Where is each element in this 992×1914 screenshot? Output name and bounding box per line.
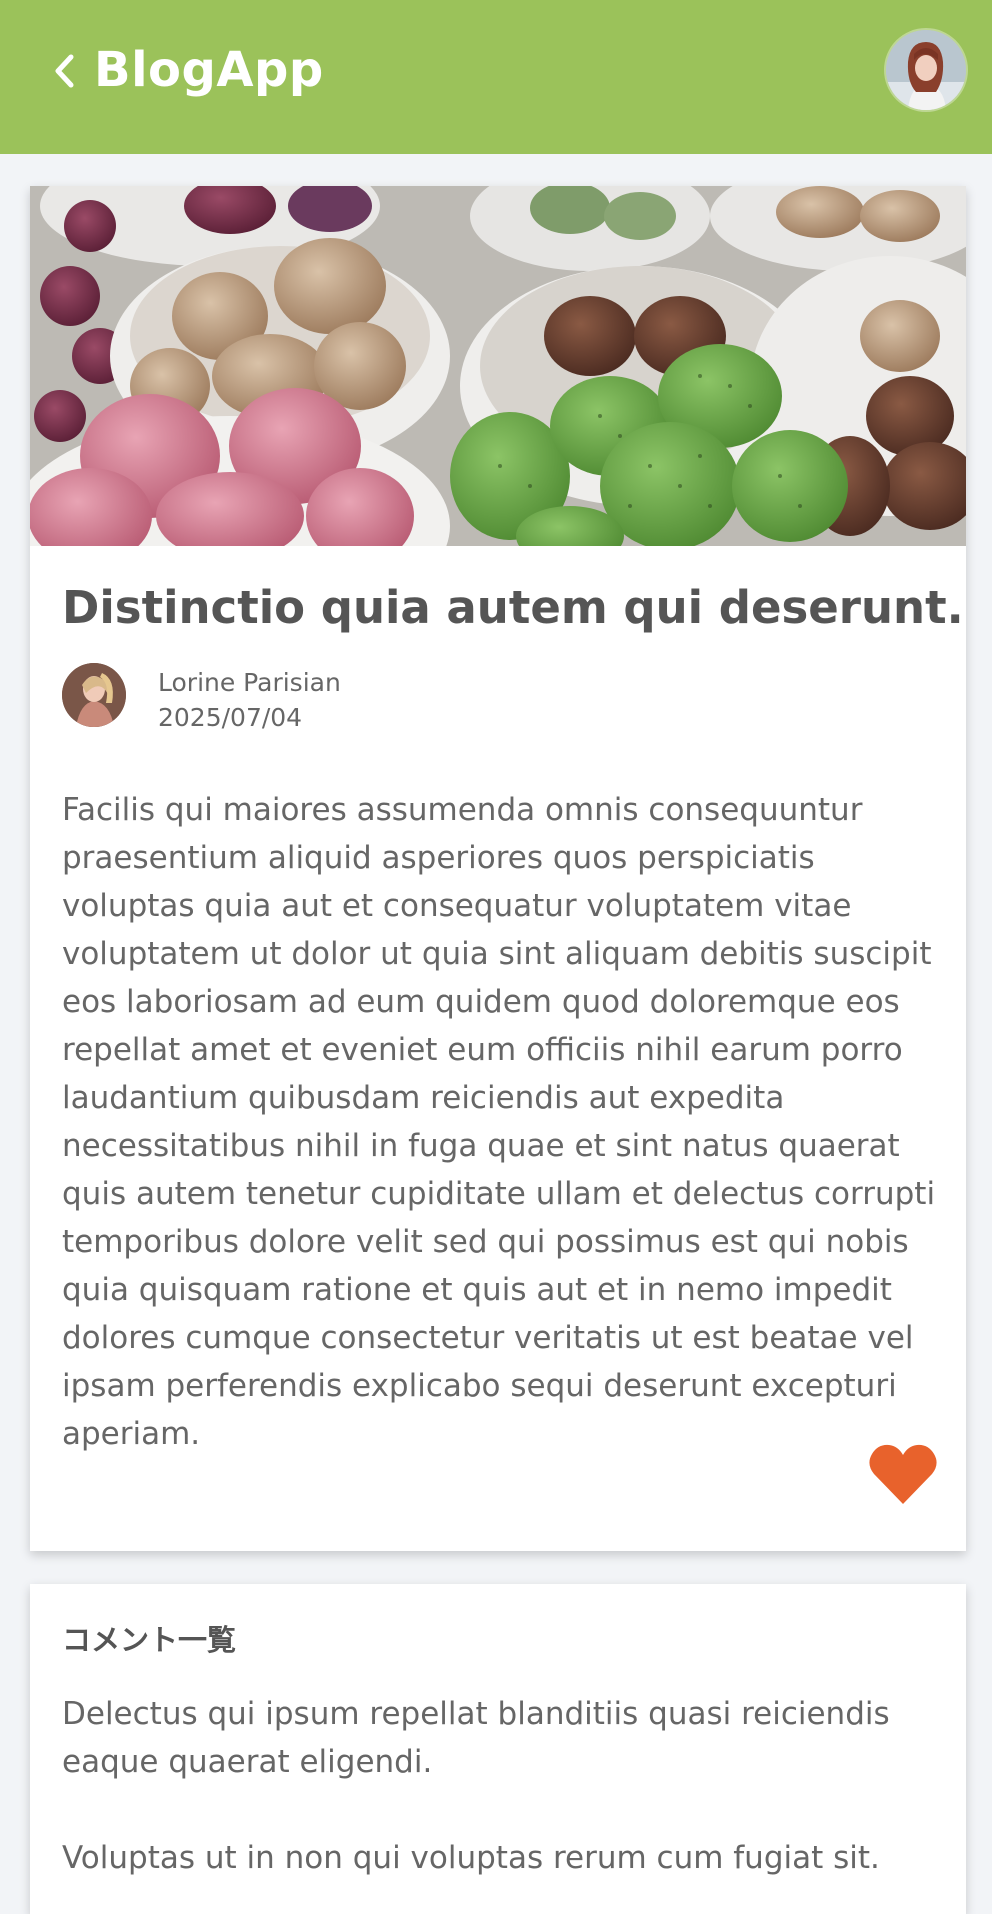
comments-heading: コメント一覧 [62,1623,237,1657]
post-date: 2025/07/04 [158,703,303,732]
comment-item: Delectus qui ipsum repellat blanditiis q… [62,1696,890,1780]
post-card: Distinctio quia autem qui deserunt. Lori… [30,186,966,1551]
user-avatar-image [886,30,966,110]
post-body: Facilis qui maiores assumenda omnis cons… [62,792,936,1452]
heart-icon [869,1444,937,1504]
app-title: BlogApp [94,42,324,98]
chevron-left-icon [55,54,74,88]
app-bar: BlogApp [0,0,992,154]
author-name: Lorine Parisian [158,668,341,697]
like-button[interactable] [868,1442,938,1506]
comment-item: Voluptas ut in non qui voluptas rerum cu… [62,1840,880,1876]
back-button[interactable] [46,48,82,94]
comments-card: コメント一覧 Delectus qui ipsum repellat bland… [30,1584,966,1914]
post-hero-image [30,186,966,546]
user-avatar[interactable] [886,30,966,110]
post-title: Distinctio quia autem qui deserunt. [62,581,964,634]
author-avatar [62,663,126,727]
